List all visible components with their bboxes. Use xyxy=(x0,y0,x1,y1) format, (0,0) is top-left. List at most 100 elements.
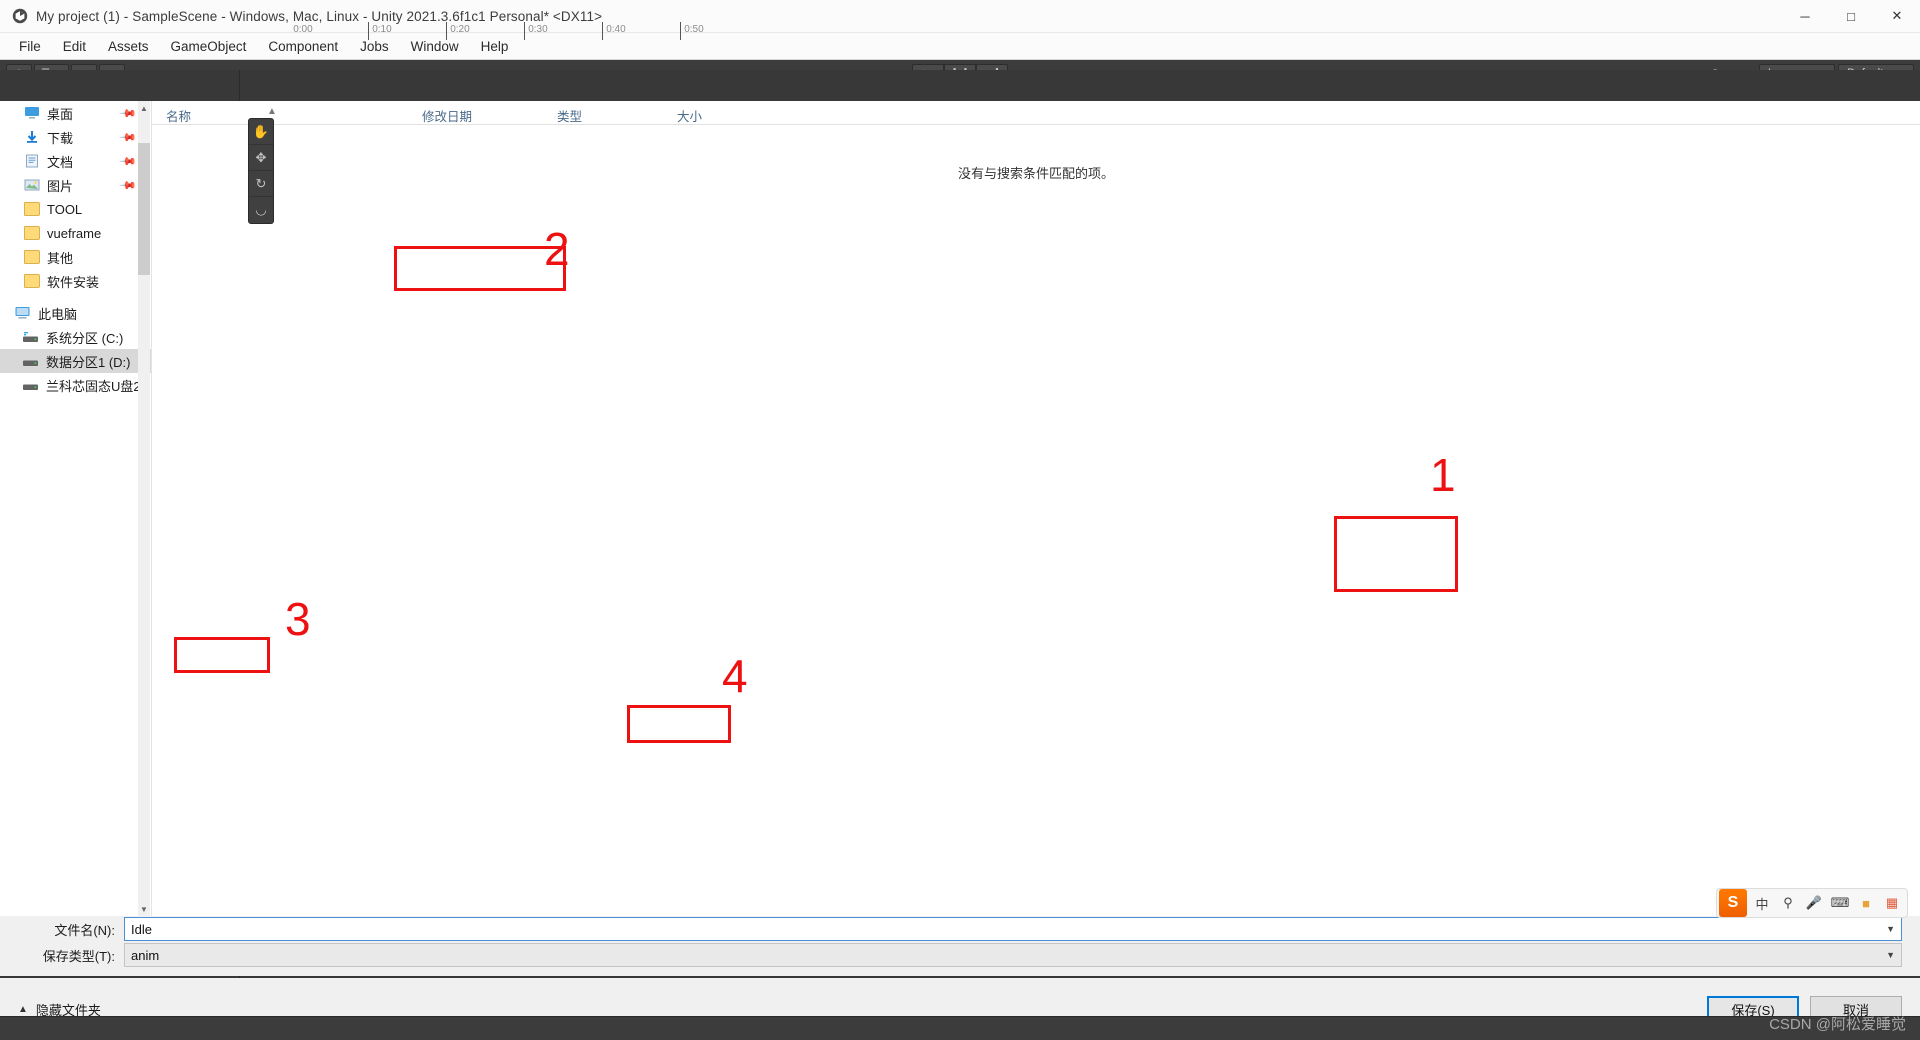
column-type[interactable]: 类型 xyxy=(557,106,582,125)
ruler-tick-label: 0:10 xyxy=(372,23,392,35)
dialog-sidebar: 桌面 📌 下载 📌 文档 📌 图片 📌 TOOL vueframe 其他 软件安… xyxy=(0,101,152,916)
menu-assets[interactable]: Assets xyxy=(97,36,160,57)
sidebar-item-vueframe[interactable]: vueframe xyxy=(0,221,151,245)
rect-tool-button[interactable]: ◡ xyxy=(249,197,273,223)
folder-icon xyxy=(24,274,40,288)
sidebar-item-this-pc[interactable]: 此电脑 xyxy=(0,301,151,325)
pin-icon[interactable]: 📌 xyxy=(119,128,138,146)
ime-keyboard-icon[interactable]: ⌨ xyxy=(1827,889,1853,917)
filename-label: 文件名(N): xyxy=(54,922,115,938)
sidebar-item-documents[interactable]: 文档 📌 xyxy=(0,149,151,173)
ruler-tick-label: 0:20 xyxy=(450,23,470,35)
maximize-button[interactable]: □ xyxy=(1828,0,1874,33)
ime-menu-icon[interactable]: ▦ xyxy=(1879,889,1905,917)
ime-lang-label: 中 xyxy=(1755,896,1769,912)
scroll-down-arrow-icon[interactable]: ▼ xyxy=(138,902,150,916)
sort-arrow-icon: ▲ xyxy=(267,106,277,117)
rotate-tool-button[interactable]: ↻ xyxy=(249,171,273,197)
filename-value: Idle xyxy=(131,921,152,937)
menu-bar: File Edit Assets GameObject Component Jo… xyxy=(0,33,1920,60)
save-file-dialog: Create New Animation ✕ ← → ∨ ↑ « 数据分区1 (… xyxy=(0,101,1920,1040)
sidebar-label: 桌面 xyxy=(47,106,74,122)
unity-logo-icon xyxy=(12,8,28,24)
dialog-field-area: 文件名(N): Idle ▼ 保存类型(T): anim ▼ xyxy=(0,916,1920,976)
sidebar-label: 图片 xyxy=(47,178,74,194)
dialog-main-area: 桌面 📌 下载 📌 文档 📌 图片 📌 TOOL vueframe 其他 软件安… xyxy=(0,101,1920,916)
filetype-label: 保存类型(T): xyxy=(42,948,115,964)
window-titlebar: My project (1) - SampleScene - Windows, … xyxy=(0,0,1920,33)
sidebar-label: 数据分区1 (D:) xyxy=(46,354,131,370)
chevron-up-icon: ▲ xyxy=(18,1003,28,1015)
sidebar-item-software-install[interactable]: 软件安装 xyxy=(0,269,151,293)
download-icon xyxy=(27,131,37,143)
chevron-down-icon[interactable]: ▼ xyxy=(1886,924,1895,934)
filename-input[interactable]: Idle ▼ xyxy=(124,917,1902,941)
column-name[interactable]: 名称 xyxy=(166,106,191,125)
sidebar-label: 文档 xyxy=(47,154,74,170)
scene-tool-strip: ✋ ✥ ↻ ◡ xyxy=(248,118,274,224)
ime-microphone-icon[interactable]: 🎤 xyxy=(1801,889,1827,917)
ime-logo-label: S xyxy=(1727,894,1739,911)
watermark-label: CSDN @阿松爱睡觉 xyxy=(1769,1016,1906,1033)
filetype-dropdown[interactable]: anim ▼ xyxy=(124,943,1902,967)
ime-language-button[interactable]: 中 xyxy=(1749,889,1775,917)
file-list-empty-message: 没有与搜索条件匹配的项。 xyxy=(957,166,1114,181)
menu-file[interactable]: File xyxy=(8,36,52,57)
ruler-tick-label: 0:00 xyxy=(293,23,313,35)
file-list-header: 名称 ▲ 修改日期 类型 大小 xyxy=(152,101,1920,125)
sidebar-item-desktop[interactable]: 桌面 📌 xyxy=(0,101,151,125)
ime-search-icon[interactable]: ⚲ xyxy=(1775,889,1801,917)
computer-icon xyxy=(15,307,30,319)
desktop-icon xyxy=(25,107,39,119)
pin-icon[interactable]: 📌 xyxy=(119,104,138,122)
menu-edit[interactable]: Edit xyxy=(52,36,97,57)
sidebar-label: 兰科芯固态U盘2 xyxy=(46,378,141,394)
sidebar-item-data-drive-d[interactable]: 数据分区1 (D:) xyxy=(0,349,151,373)
close-button[interactable]: ✕ xyxy=(1874,0,1920,33)
sidebar-item-pictures[interactable]: 图片 📌 xyxy=(0,173,151,197)
sidebar-item-usb-drive[interactable]: 兰科芯固态U盘2 xyxy=(0,373,151,397)
sidebar-label: TOOL xyxy=(47,201,83,217)
usb-icon xyxy=(23,384,38,390)
sidebar-label: 此电脑 xyxy=(38,306,78,322)
sidebar-item-system-drive-c[interactable]: 系统分区 (C:) xyxy=(0,325,151,349)
chevron-down-icon[interactable]: ▼ xyxy=(1886,950,1895,960)
sidebar-item-downloads[interactable]: 下载 📌 xyxy=(0,125,151,149)
pin-icon[interactable]: 📌 xyxy=(119,152,138,170)
filename-row: 文件名(N): Idle ▼ xyxy=(0,916,1920,942)
sidebar-label: 其他 xyxy=(47,250,74,266)
annotation-number-1: 1 xyxy=(1430,449,1456,501)
annotation-number-2: 2 xyxy=(544,223,570,275)
annotation-number-4: 4 xyxy=(722,650,748,702)
minimize-button[interactable]: ─ xyxy=(1782,0,1828,33)
folder-icon xyxy=(24,202,40,216)
scroll-up-arrow-icon[interactable]: ▲ xyxy=(138,101,150,115)
hand-tool-button[interactable]: ✋ xyxy=(249,119,273,145)
filetype-row: 保存类型(T): anim ▼ xyxy=(0,942,1920,968)
dialog-file-list[interactable]: 名称 ▲ 修改日期 类型 大小 没有与搜索条件匹配的项。 xyxy=(152,101,1920,916)
status-bar xyxy=(0,1016,1920,1040)
folder-icon xyxy=(24,226,40,240)
drive-icon xyxy=(23,331,38,342)
column-size[interactable]: 大小 xyxy=(677,106,702,125)
sidebar-label: 系统分区 (C:) xyxy=(46,330,124,346)
annotation-number-3: 3 xyxy=(285,593,311,645)
sidebar-label: vueframe xyxy=(47,225,102,241)
ruler-tick-label: 0:50 xyxy=(684,23,704,35)
window-controls: ─ □ ✕ xyxy=(1782,0,1920,33)
sidebar-item-tool[interactable]: TOOL xyxy=(0,197,151,221)
scrollbar-thumb[interactable] xyxy=(138,143,150,275)
filetype-value: anim xyxy=(131,947,160,963)
column-modified[interactable]: 修改日期 xyxy=(422,106,472,125)
sidebar-scrollbar[interactable]: ▲ ▼ xyxy=(138,101,150,916)
pin-icon[interactable]: 📌 xyxy=(119,176,138,194)
ime-toolbox-icon[interactable]: ■ xyxy=(1853,889,1879,917)
sidebar-item-other[interactable]: 其他 xyxy=(0,245,151,269)
sogou-logo-icon[interactable]: S xyxy=(1719,889,1747,917)
menu-gameobject[interactable]: GameObject xyxy=(160,36,258,57)
folder-icon xyxy=(24,250,40,264)
sidebar-label: 下载 xyxy=(47,130,74,146)
documents-icon xyxy=(26,154,38,168)
timeline-ruler[interactable]: 0:00 0:10 0:20 0:30 0:40 0:50 xyxy=(290,21,805,48)
move-tool-button[interactable]: ✥ xyxy=(249,145,273,171)
